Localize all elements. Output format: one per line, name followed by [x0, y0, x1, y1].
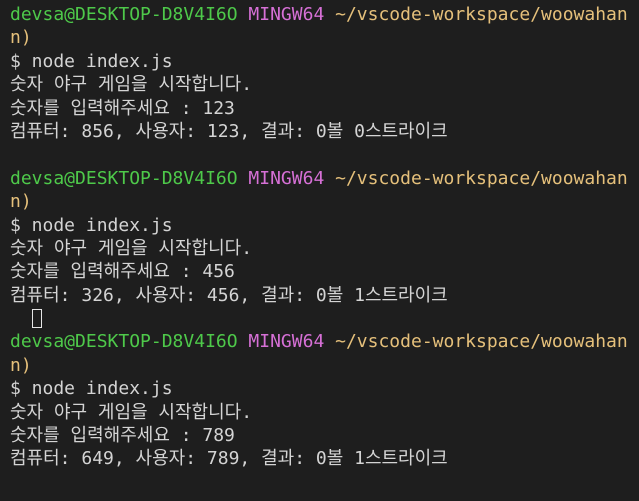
prompt-line: devsa@DESKTOP-D8V4I6O MINGW64 ~/vscode-w…	[10, 330, 639, 353]
output-input: 숫자를 입력해주세요 : 789	[10, 425, 235, 447]
prompt-line: devsa@DESKTOP-D8V4I6O MINGW64 ~/vscode-w…	[10, 167, 639, 190]
prompt-user: devsa@DESKTOP-D8V4I6O	[10, 331, 238, 353]
prompt-user: devsa@DESKTOP-D8V4I6O	[10, 4, 238, 25]
command-line: $ node index.js	[10, 378, 173, 400]
output-start: 숫자 야구 게임을 시작합니다.	[10, 401, 253, 423]
prompt-system: MINGW64	[248, 331, 325, 353]
prompt-system: MINGW64	[248, 167, 325, 189]
cursor-line	[10, 307, 639, 330]
prompt-system: MINGW64	[248, 4, 325, 25]
prompt-user: devsa@DESKTOP-D8V4I6O	[10, 167, 238, 189]
output-input: 숫자를 입력해주세요 : 456	[10, 261, 235, 283]
prompt-path: ~/vscode-workspace/woowahan	[335, 167, 628, 189]
command-line: $ node index.js	[10, 214, 173, 236]
terminal-window[interactable]: devsa@DESKTOP-D8V4I6O MINGW64 ~/vscode-w…	[0, 0, 639, 501]
output-start: 숫자 야구 게임을 시작합니다.	[10, 74, 253, 96]
output-result: 컴퓨터: 649, 사용자: 789, 결과: 0볼 1스트라이크	[10, 448, 448, 470]
output-input: 숫자를 입력해주세요 : 123	[10, 97, 235, 119]
output-result: 컴퓨터: 856, 사용자: 123, 결과: 0볼 0스트라이크	[10, 120, 448, 142]
prompt-path: ~/vscode-workspace/woowahan	[335, 331, 628, 353]
prompt-line: devsa@DESKTOP-D8V4I6O MINGW64 ~/vscode-w…	[10, 3, 639, 26]
prompt-path-wrap: n)	[10, 354, 32, 376]
prompt-path: ~/vscode-workspace/woowahan	[335, 4, 628, 25]
prompt-path-wrap: n)	[10, 191, 32, 213]
text-cursor	[32, 309, 42, 329]
output-result: 컴퓨터: 326, 사용자: 456, 결과: 0볼 1스트라이크	[10, 284, 448, 306]
prompt-path-wrap: n)	[10, 27, 32, 49]
command-line: $ node index.js	[10, 50, 173, 72]
output-start: 숫자 야구 게임을 시작합니다.	[10, 237, 253, 259]
